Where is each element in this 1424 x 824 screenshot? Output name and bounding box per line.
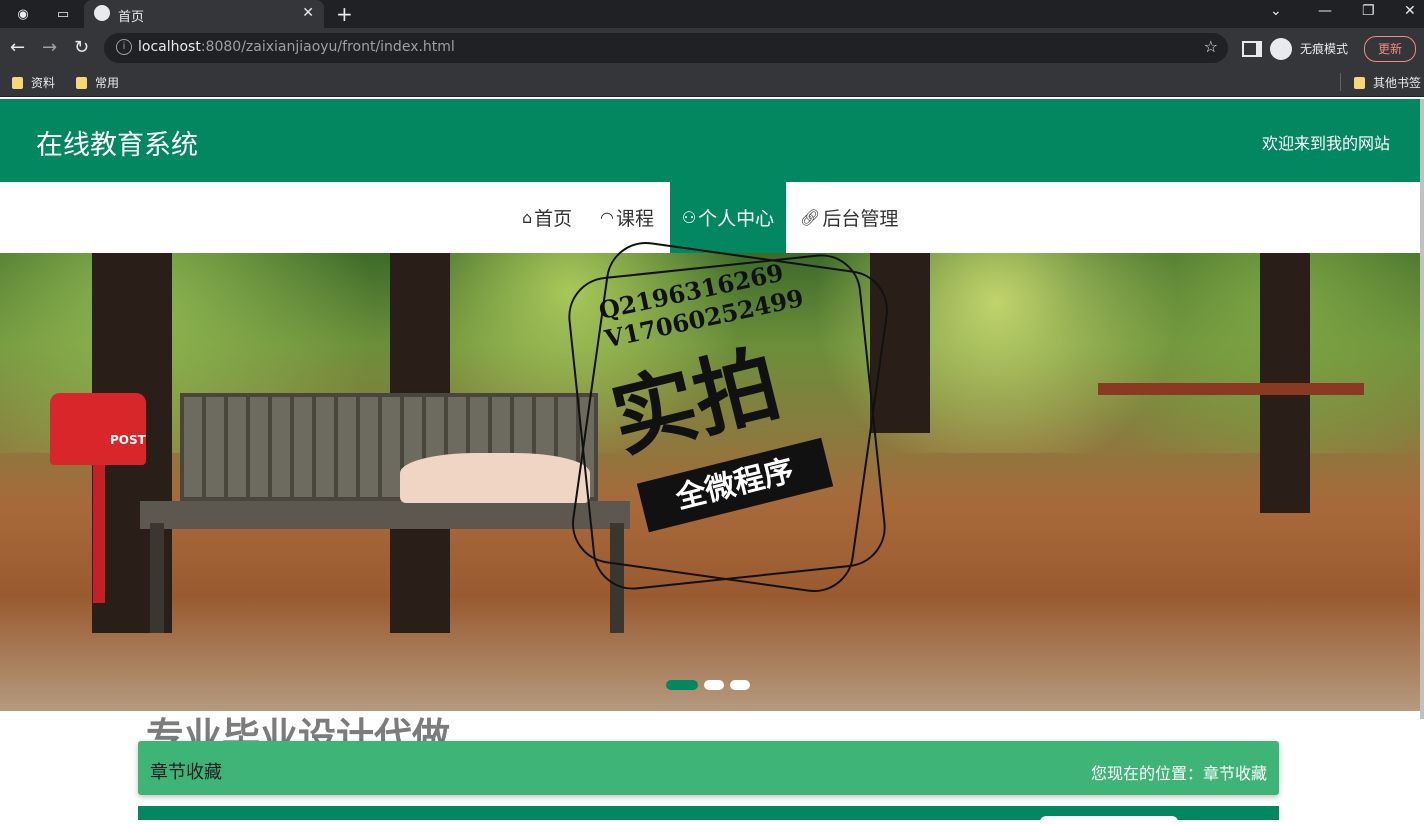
carousel-dot-3[interactable] xyxy=(730,680,750,690)
new-tab-button[interactable]: + xyxy=(336,2,353,26)
carousel-dot-1[interactable] xyxy=(666,680,698,690)
bookmark-folder-resources[interactable]: 资料 xyxy=(12,74,55,91)
info-icon[interactable]: i xyxy=(116,39,132,55)
bookmarks-bar: 资料 常用 其他书签 xyxy=(0,68,1424,97)
scrollbar[interactable] xyxy=(1420,99,1424,719)
side-panel-icon[interactable] xyxy=(1242,41,1262,57)
minimize-button[interactable]: — xyxy=(1318,3,1332,19)
folder-icon xyxy=(12,76,23,89)
search-input[interactable] xyxy=(1040,816,1178,824)
browser-menu-icon[interactable]: ◉ xyxy=(14,5,32,23)
tree-trunk xyxy=(870,253,930,433)
folder-icon xyxy=(1354,76,1365,89)
address-bar[interactable]: i localhost:8080/zaixianjiaoyu/front/ind… xyxy=(104,33,1228,63)
breadcrumb: 章节收藏 您现在的位置：章节收藏 xyxy=(138,741,1279,795)
banner-carousel[interactable]: POST xyxy=(0,253,1424,711)
tab-search-icon[interactable]: ▭ xyxy=(54,5,72,23)
incognito-icon xyxy=(1270,38,1292,60)
far-bench xyxy=(1098,383,1364,395)
other-bookmarks[interactable]: 其他书签 xyxy=(1354,74,1421,91)
open-book xyxy=(400,453,590,503)
browser-tab[interactable]: 首页 ✕ xyxy=(84,0,324,28)
page-title: 章节收藏 xyxy=(150,762,222,783)
link-icon: 🔗︎ xyxy=(800,208,821,227)
window-close-button[interactable]: ✕ xyxy=(1404,3,1416,19)
dashboard-icon: ◠ xyxy=(600,208,614,227)
home-icon: ⌂ xyxy=(522,208,533,227)
tab-title: 首页 xyxy=(118,10,145,25)
forward-button[interactable]: → xyxy=(42,37,57,58)
nav-item-profile[interactable]: ⚇ 个人中心 xyxy=(670,182,786,253)
close-icon[interactable]: ✕ xyxy=(302,5,314,21)
mailbox-post xyxy=(93,463,105,603)
bookmark-folder-common[interactable]: 常用 xyxy=(76,74,119,91)
browser-tab-bar: ◉ ▭ 首页 ✕ + ⌄ — ❐ ✕ xyxy=(0,0,1424,28)
user-icon: ⚇ xyxy=(681,208,697,227)
incognito-label: 无痕模式 xyxy=(1300,42,1349,56)
browser-toolbar: ← → ↻ i localhost:8080/zaixianjiaoyu/fro… xyxy=(0,28,1424,68)
carousel-dot-2[interactable] xyxy=(704,680,724,690)
chevron-down-icon[interactable]: ⌄ xyxy=(1270,3,1282,19)
mailbox: POST xyxy=(50,393,146,465)
mailbox-label: POST xyxy=(110,433,146,447)
breadcrumb-location: 您现在的位置：章节收藏 xyxy=(1090,764,1267,783)
reload-button[interactable]: ↻ xyxy=(74,37,89,58)
bookmark-separator xyxy=(1340,73,1341,91)
back-button[interactable]: ← xyxy=(10,37,25,58)
bookmark-star-icon[interactable]: ☆ xyxy=(1204,37,1218,56)
main-nav: ⌂ 首页 ◠ 课程 ⚇ 个人中心 🔗︎ 后台管理 xyxy=(0,182,1424,253)
site-header: 在线教育系统 欢迎来到我的网站 xyxy=(0,99,1424,182)
update-button[interactable]: 更新 xyxy=(1364,36,1416,62)
url-text: localhost:8080/zaixianjiaoyu/front/index… xyxy=(138,39,455,55)
globe-icon xyxy=(94,5,110,21)
site-title: 在线教育系统 xyxy=(36,130,198,161)
bench xyxy=(140,393,630,633)
carousel-indicators xyxy=(666,680,750,690)
nav-item-admin[interactable]: 🔗︎ 后台管理 xyxy=(798,182,900,253)
welcome-text: 欢迎来到我的网站 xyxy=(1261,134,1390,153)
nav-item-courses[interactable]: ◠ 课程 xyxy=(598,182,656,253)
folder-icon xyxy=(76,76,87,89)
nav-item-home[interactable]: ⌂ 首页 xyxy=(520,182,574,253)
restore-button[interactable]: ❐ xyxy=(1362,3,1375,19)
